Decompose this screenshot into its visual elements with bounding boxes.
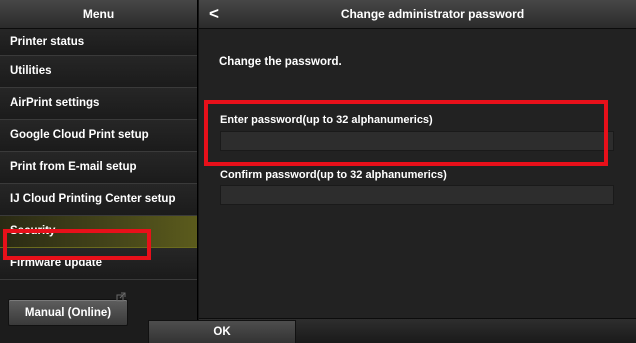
- sidebar-menu: Menu Printer status Utilities AirPrint s…: [0, 0, 198, 343]
- sidebar-item-label: AirPrint settings: [10, 97, 100, 109]
- password-input[interactable]: [220, 131, 614, 151]
- sidebar-item-label: Google Cloud Print setup: [10, 129, 149, 141]
- sidebar-item-print-from-email-setup[interactable]: Print from E-mail setup: [0, 152, 197, 184]
- sidebar-item-ij-cloud-printing-center-setup[interactable]: IJ Cloud Printing Center setup: [0, 184, 197, 216]
- confirm-password-label: Confirm password(up to 32 alphanumerics): [220, 169, 447, 181]
- password-label: Enter password(up to 32 alphanumerics): [220, 114, 433, 126]
- sidebar-header: Menu: [0, 0, 197, 29]
- sidebar-item-airprint-settings[interactable]: AirPrint settings: [0, 88, 197, 120]
- sidebar-item-label: IJ Cloud Printing Center setup: [10, 193, 176, 205]
- sidebar-item-label: Print from E-mail setup: [10, 161, 137, 173]
- sidebar-item-firmware-update[interactable]: Firmware update: [0, 248, 197, 280]
- ok-button[interactable]: OK: [148, 320, 296, 343]
- external-link-icon: [116, 292, 126, 304]
- manual-online-button[interactable]: Manual (Online): [8, 299, 128, 326]
- sidebar-item-label: Firmware update: [10, 257, 103, 269]
- sidebar-item-google-cloud-print-setup[interactable]: Google Cloud Print setup: [0, 120, 197, 152]
- sidebar-item-utilities[interactable]: Utilities: [0, 56, 197, 88]
- confirm-password-input[interactable]: [220, 185, 614, 205]
- page-title: Change administrator password: [340, 7, 525, 21]
- main-panel: < Change administrator password Change t…: [199, 0, 636, 343]
- sidebar-item-security[interactable]: Security: [0, 216, 197, 248]
- sidebar-item-label: Security: [10, 225, 56, 237]
- sidebar-item-printer-status[interactable]: Printer status: [0, 29, 197, 56]
- sidebar-item-label: Utilities: [10, 65, 52, 77]
- chevron-left-icon[interactable]: <: [209, 4, 219, 24]
- main-header: < Change administrator password: [199, 0, 636, 29]
- instruction-text: Change the password.: [219, 56, 342, 68]
- sidebar-item-label: Printer status: [10, 36, 85, 48]
